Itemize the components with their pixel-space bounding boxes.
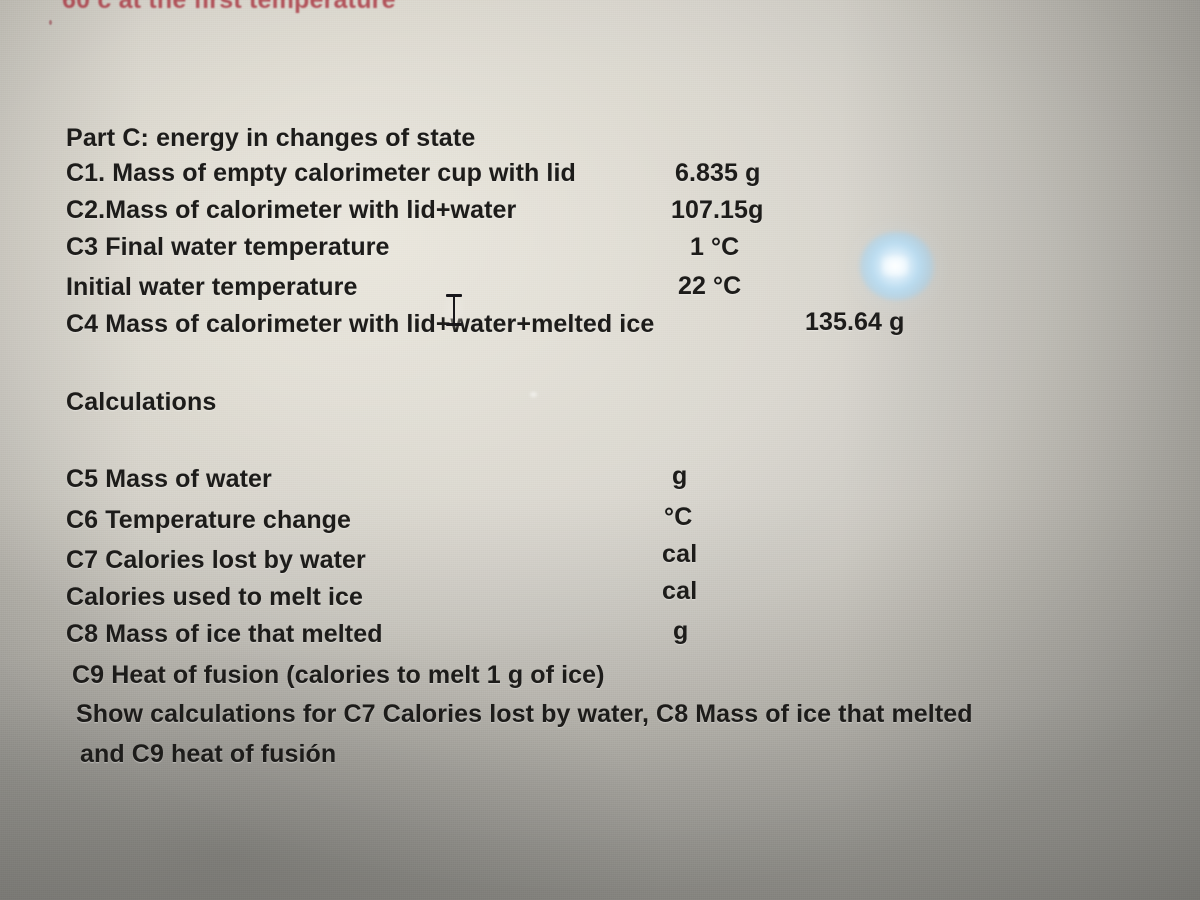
row-value-initial-temp: 22 °C [678, 272, 742, 300]
row-label-c9: C9 Heat of fusion (calories to melt 1 g … [72, 661, 605, 689]
row-label-c1: C1. Mass of empty calorimeter cup with l… [66, 159, 576, 187]
row-label-c3: C3 Final water temperature [66, 233, 390, 261]
highlight-speck [530, 392, 537, 397]
calculations-heading: Calculations [66, 388, 217, 416]
row-label-c8: C8 Mass of ice that melted [66, 620, 383, 648]
row-unit-c6: °C [664, 503, 693, 531]
row-label-c6: C6 Temperature change [66, 506, 352, 534]
row-value-c3: 1 °C [690, 233, 740, 261]
row-unit-c7: cal [662, 540, 698, 568]
screen-photo: 60 c at the first temperature Part C: en… [0, 0, 1200, 900]
row-value-c2: 107.15g [671, 196, 764, 224]
instruction-line-1: Show calculations for C7 Calories lost b… [76, 700, 973, 728]
row-unit-c8: g [673, 617, 689, 645]
row-label-initial-temp: Initial water temperature [66, 273, 358, 301]
row-label-c2: C2.Mass of calorimeter with lid+water [66, 196, 517, 224]
row-value-c1: 6.835 g [675, 159, 761, 187]
row-unit-c5: g [672, 462, 688, 490]
row-unit-calories-melt-ice: cal [662, 577, 698, 605]
worksheet-content: Part C: energy in changes of state C1. M… [0, 0, 1200, 900]
instruction-line-2: and C9 heat of fusión [80, 740, 337, 768]
part-c-heading: Part C: energy in changes of state [66, 124, 476, 152]
row-label-c7: C7 Calories lost by water [66, 546, 366, 574]
row-value-c4: 135.64 g [805, 308, 905, 336]
row-label-calories-melt-ice: Calories used to melt ice [66, 583, 364, 611]
row-label-c4: C4 Mass of calorimeter with lid+water+me… [66, 310, 655, 338]
row-label-c5: C5 Mass of water [66, 465, 272, 493]
